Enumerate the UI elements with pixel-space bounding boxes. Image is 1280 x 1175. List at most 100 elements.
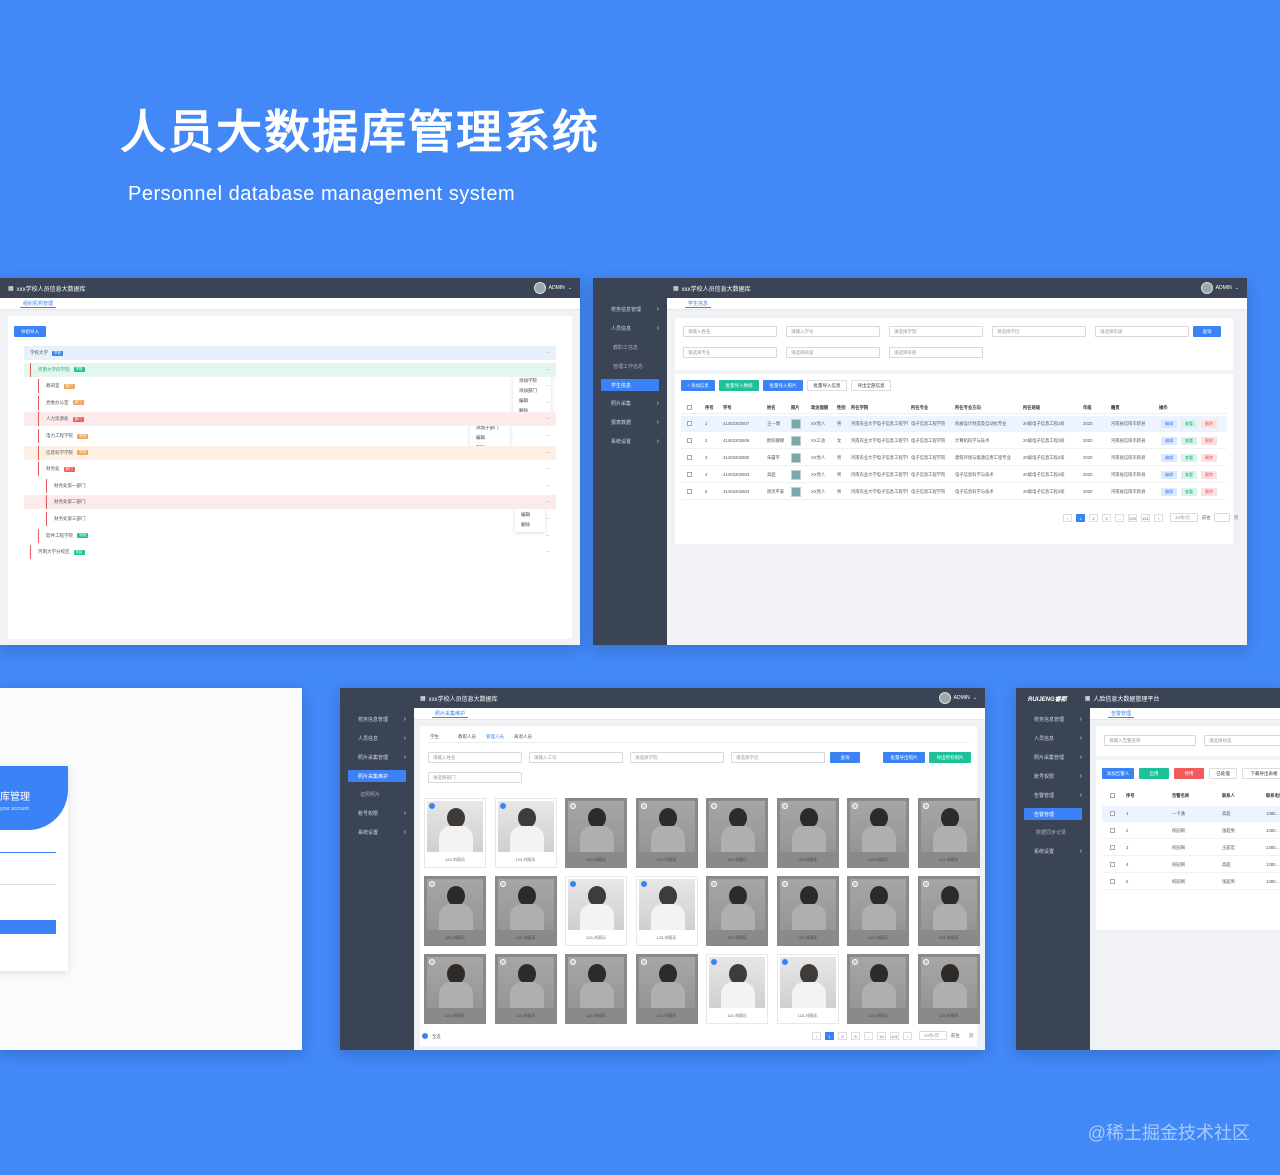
row-action-button[interactable]: 编辑 xyxy=(1161,420,1177,428)
photo-checkbox[interactable] xyxy=(640,803,647,809)
photo-card[interactable]: 123-刘雨乐 xyxy=(424,798,486,868)
user-menu[interactable]: ADMIN ⌄ xyxy=(533,282,572,294)
photo-checkbox[interactable] xyxy=(429,881,435,887)
filter-input[interactable]: 请输入工号 xyxy=(529,752,623,763)
photo-card[interactable]: 123-刘雨乐 xyxy=(706,798,768,868)
page-number[interactable]: 10 xyxy=(877,1032,886,1040)
photo-checkbox[interactable] xyxy=(570,881,576,887)
row-action-button[interactable]: 编辑 xyxy=(1161,471,1177,479)
photo-card[interactable]: 123-刘雨乐 xyxy=(494,954,557,1024)
tree-row[interactable]: 学校大学 学校 ⋯ xyxy=(24,346,556,360)
row-checkbox[interactable] xyxy=(687,421,692,426)
filter-input[interactable]: 请输入学号 xyxy=(786,326,880,337)
user-menu[interactable]: ADMIN ⌄ xyxy=(938,692,977,704)
more-icon[interactable]: ⋯ xyxy=(546,400,551,406)
row-checkbox[interactable] xyxy=(1110,862,1115,867)
row-action-button[interactable]: 删除 xyxy=(1201,471,1217,479)
more-icon[interactable]: ⋯ xyxy=(546,367,551,373)
prev-page[interactable]: ‹ xyxy=(1063,514,1072,522)
photo-checkbox[interactable] xyxy=(429,959,435,965)
row-action-button[interactable]: 查看 xyxy=(1181,454,1197,462)
photo-card[interactable]: 123-刘雨乐 xyxy=(635,798,698,868)
toolbar-button[interactable]: + 添加信息 xyxy=(681,380,715,391)
filter-input[interactable]: 请输入姓名 xyxy=(428,752,522,763)
row-action-button[interactable]: 编辑 xyxy=(1161,454,1177,462)
tab-photos[interactable]: 照片采集维护 xyxy=(432,710,469,718)
filter-input[interactable]: 请选择部门 xyxy=(428,772,522,783)
filter-input[interactable]: 请选择民族 xyxy=(889,347,983,358)
tree-row[interactable]: 财务处第三部门 ⋯ xyxy=(24,512,556,526)
tree-row[interactable]: 电力工程学院 学院 ⋯ xyxy=(24,429,556,443)
row-checkbox[interactable] xyxy=(1110,828,1115,833)
page-number[interactable]: 2 xyxy=(1089,514,1098,522)
subtab[interactable]: 学生 xyxy=(430,734,439,742)
more-icon[interactable]: ⋯ xyxy=(546,549,551,555)
photo-card[interactable]: 123-刘雨乐 xyxy=(424,954,486,1024)
photo-checkbox[interactable] xyxy=(852,959,858,965)
sidebar-item[interactable]: 校务信息管理 xyxy=(340,710,414,729)
photo-card[interactable]: 123-刘雨乐 xyxy=(565,876,627,946)
batch-button[interactable]: 导出所有照片 xyxy=(929,752,971,763)
import-button[interactable]: 导组导入 xyxy=(14,326,46,337)
photo-checkbox[interactable] xyxy=(781,803,788,809)
row-action-button[interactable]: 编辑 xyxy=(1161,488,1177,496)
tree-row[interactable]: 软件工程学院 学院 ⋯ xyxy=(24,528,556,543)
photo-card[interactable]: 123-刘雨乐 xyxy=(565,954,627,1024)
page-number[interactable]: 3 xyxy=(851,1032,860,1040)
photo-card[interactable]: 123-刘雨乐 xyxy=(917,954,980,1024)
page-size-select[interactable]: 10条/页 xyxy=(1170,513,1198,522)
toolbar-button[interactable]: 添加告警人 xyxy=(1102,768,1134,779)
tree-row[interactable]: 教研室 部门 ⋯ xyxy=(24,379,556,394)
tree-row[interactable]: 河南大学的学院 学院 ⋯ xyxy=(24,362,556,377)
sidebar-item[interactable]: 系统设置 xyxy=(1016,842,1090,861)
more-icon[interactable]: ⋯ xyxy=(546,350,551,356)
batch-button[interactable]: 批量导出照片 xyxy=(883,752,925,763)
row-checkbox[interactable] xyxy=(687,438,692,443)
filter-input[interactable]: 请选择学院 xyxy=(889,326,983,337)
photo-card[interactable]: 123-刘雨乐 xyxy=(776,954,839,1024)
tree-row[interactable]: 河南大学分校区 校区 ⋯ xyxy=(24,545,556,560)
sidebar-item[interactable]: 照片采集管理 xyxy=(1016,748,1090,767)
row-checkbox[interactable] xyxy=(687,455,692,460)
toolbar-button[interactable]: 批量导入信息 xyxy=(807,380,847,391)
row-action-button[interactable]: 查看 xyxy=(1181,471,1197,479)
more-icon[interactable]: ⋯ xyxy=(546,483,551,489)
photo-card[interactable]: 123-刘雨乐 xyxy=(917,876,980,946)
photo-checkbox[interactable] xyxy=(922,881,929,887)
tab-alarm[interactable]: 告警管理 xyxy=(1108,710,1135,718)
select-all-checkbox[interactable] xyxy=(422,1033,428,1039)
photo-card[interactable]: 123-刘雨乐 xyxy=(847,954,909,1024)
sidebar-item[interactable]: 人员信息 xyxy=(1016,729,1090,748)
page-number[interactable]: ... xyxy=(864,1032,873,1040)
photo-checkbox[interactable] xyxy=(499,881,506,887)
tree-row[interactable]: 人力资源处 部门 ⋯ xyxy=(24,412,556,427)
photo-checkbox[interactable] xyxy=(922,959,929,965)
table-row[interactable] xyxy=(1102,823,1280,839)
photo-checkbox[interactable] xyxy=(781,881,788,887)
more-icon[interactable]: ⋯ xyxy=(546,499,551,505)
row-action-button[interactable]: 删除 xyxy=(1201,488,1217,496)
toolbar-button[interactable]: 已处理 xyxy=(1209,768,1237,779)
photo-checkbox[interactable] xyxy=(570,959,576,965)
sidebar-item[interactable]: 管理工作信息 xyxy=(593,357,667,376)
next-page[interactable]: › xyxy=(903,1032,912,1040)
user-menu[interactable]: ADMIN ⌄ xyxy=(1200,282,1239,294)
sidebar-item[interactable]: 人员信息 xyxy=(340,729,414,748)
table-row[interactable] xyxy=(1102,857,1280,873)
row-action-button[interactable]: 删除 xyxy=(1201,454,1217,462)
row-action-button[interactable]: 编辑 xyxy=(1161,437,1177,445)
toolbar-button[interactable]: 导出全部信息 xyxy=(851,380,891,391)
sidebar-item[interactable]: 照片采集维护 xyxy=(348,770,406,782)
more-icon[interactable]: ⋯ xyxy=(546,383,551,389)
row-checkbox[interactable] xyxy=(687,472,692,477)
checkbox-all[interactable] xyxy=(687,405,692,410)
tree-row[interactable]: 财务处 部门 ⋯ xyxy=(24,462,556,477)
row-action-button[interactable]: 删除 xyxy=(1201,420,1217,428)
login-button[interactable] xyxy=(0,920,56,934)
sidebar-item[interactable]: 系统设置 xyxy=(340,823,414,842)
photo-card[interactable]: 123-刘雨乐 xyxy=(565,798,627,868)
photo-checkbox[interactable] xyxy=(429,803,435,809)
prev-page[interactable]: ‹ xyxy=(812,1032,821,1040)
more-icon[interactable]: ⋯ xyxy=(546,450,551,456)
next-page[interactable]: › xyxy=(1154,514,1163,522)
